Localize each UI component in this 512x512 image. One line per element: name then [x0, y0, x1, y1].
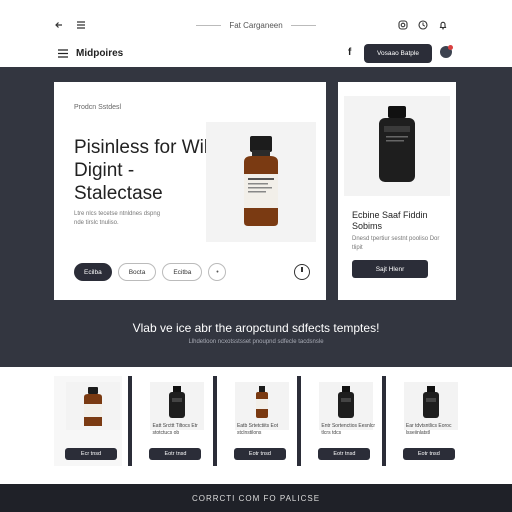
black-bottle-icon: [169, 386, 186, 418]
product-button[interactable]: Eotr tnsd: [149, 448, 202, 460]
hero-product-image: [206, 122, 316, 242]
product-divider: [212, 376, 217, 466]
facebook-icon[interactable]: f: [348, 47, 351, 58]
product-button[interactable]: Ecr tnsd: [65, 448, 117, 460]
amber-bottle-icon: [84, 387, 102, 426]
amber-bottle-icon: [255, 386, 268, 418]
product-button[interactable]: Eotr tnsd: [233, 448, 286, 460]
hamburger-icon[interactable]: [58, 49, 68, 58]
divider-line-right: [290, 25, 316, 26]
top-bar-right: [398, 20, 448, 30]
product-divider: [297, 376, 302, 466]
side-card-title: Ecbine Saaf Fiddin Sobims: [352, 210, 428, 231]
hero-more-button[interactable]: •: [208, 263, 227, 281]
product-divider: [381, 376, 386, 466]
top-bar-title-group: Fat Carganeen: [196, 21, 316, 30]
product-divider: [128, 376, 133, 466]
black-bottle-icon: [338, 386, 355, 418]
band-subheading: Llhdetloon ncxotsstsset pnoupnd sdfecle …: [188, 339, 324, 345]
product-name: Eatt Srcttt Tiltocs Etr stotctucs ob: [152, 423, 198, 436]
hero-eyebrow: Prodcn Sstdesl: [74, 104, 122, 111]
timer-icon[interactable]: [294, 264, 310, 280]
product-row: Ecr tnsd Eatt Srcttt Tiltocs Etr stotctu…: [54, 376, 460, 466]
bell-icon[interactable]: [438, 20, 448, 30]
hero-primary-button[interactable]: Ecilba: [74, 263, 112, 281]
band-heading: Vlab ve ice abr the aropctund sdfects te…: [132, 321, 380, 335]
black-bottle-icon: [379, 106, 415, 182]
hero-description: Ltre nlcs tecetse ntnldnes dspng nde tir…: [74, 211, 161, 226]
side-card-button[interactable]: Sajt Hlenr: [352, 260, 428, 278]
hero-secondary-button-1[interactable]: Bocta: [117, 263, 157, 281]
nav-bar: Midpoires f Vosaao Batple: [0, 40, 512, 67]
top-bar-title: Fat Carganeen: [229, 21, 283, 30]
notification-dot: [448, 45, 453, 50]
hero-card: Prodcn Sstdesl Pisinless for Will Digint…: [54, 82, 326, 300]
product-button[interactable]: Eotr tnsd: [402, 448, 455, 460]
clock-icon[interactable]: [418, 20, 428, 30]
product-name: Eatb Srtetctiits Eot stclnstilons: [236, 423, 279, 436]
hero-secondary-button-2[interactable]: Ecitba: [162, 263, 203, 281]
divider-line-left: [196, 25, 222, 26]
arrow-left-icon[interactable]: [54, 20, 64, 30]
product-name: Entr Sortenctios Eesnlcr tlcrs tdcs: [321, 423, 376, 436]
product-button[interactable]: Eotr tnsd: [318, 448, 371, 460]
amber-bottle-icon: [244, 136, 278, 226]
product-card[interactable]: Ecr tnsd: [54, 376, 123, 466]
product-card[interactable]: Eatt Srcttt Tiltocs Etr stotctucs ob Eot…: [138, 376, 207, 466]
side-product-image: [344, 96, 450, 196]
product-card[interactable]: Eatb Srtetctiits Eot stclnstilons Eotr t…: [222, 376, 292, 466]
nav-cta-button[interactable]: Vosaao Batple: [364, 44, 432, 63]
black-bottle-icon: [422, 386, 439, 418]
top-bar-left: [54, 20, 86, 30]
footer-text[interactable]: CORRCTI COM FO PALICSE: [192, 494, 320, 503]
product-card[interactable]: Ear tdvtsntlics Eoroc lsseiinlatstl Eotr…: [391, 376, 460, 466]
hero-title: Pisinless for Will Digint - Stalectase: [74, 137, 213, 204]
product-image: [66, 382, 120, 430]
side-card: Ecbine Saaf Fiddin Sobims Dnesd tpertiur…: [338, 82, 456, 300]
brand-title[interactable]: Midpoires: [76, 48, 123, 59]
product-name: Ear tdvtsntlics Eoroc lsseiinlatstl: [405, 423, 452, 436]
instagram-icon[interactable]: [398, 20, 408, 30]
footer: CORRCTI COM FO PALICSE: [0, 484, 512, 512]
top-bar: Fat Carganeen: [0, 0, 512, 40]
list-icon[interactable]: [76, 20, 86, 30]
hero-actions: Ecilba Bocta Ecitba •: [74, 263, 227, 281]
product-card[interactable]: Entr Sortenctios Eesnlcr tlcrs tdcs Eotr…: [307, 376, 376, 466]
side-card-description: Dnesd tpertiur sestnt pooliso Dor tlipit: [352, 236, 440, 251]
